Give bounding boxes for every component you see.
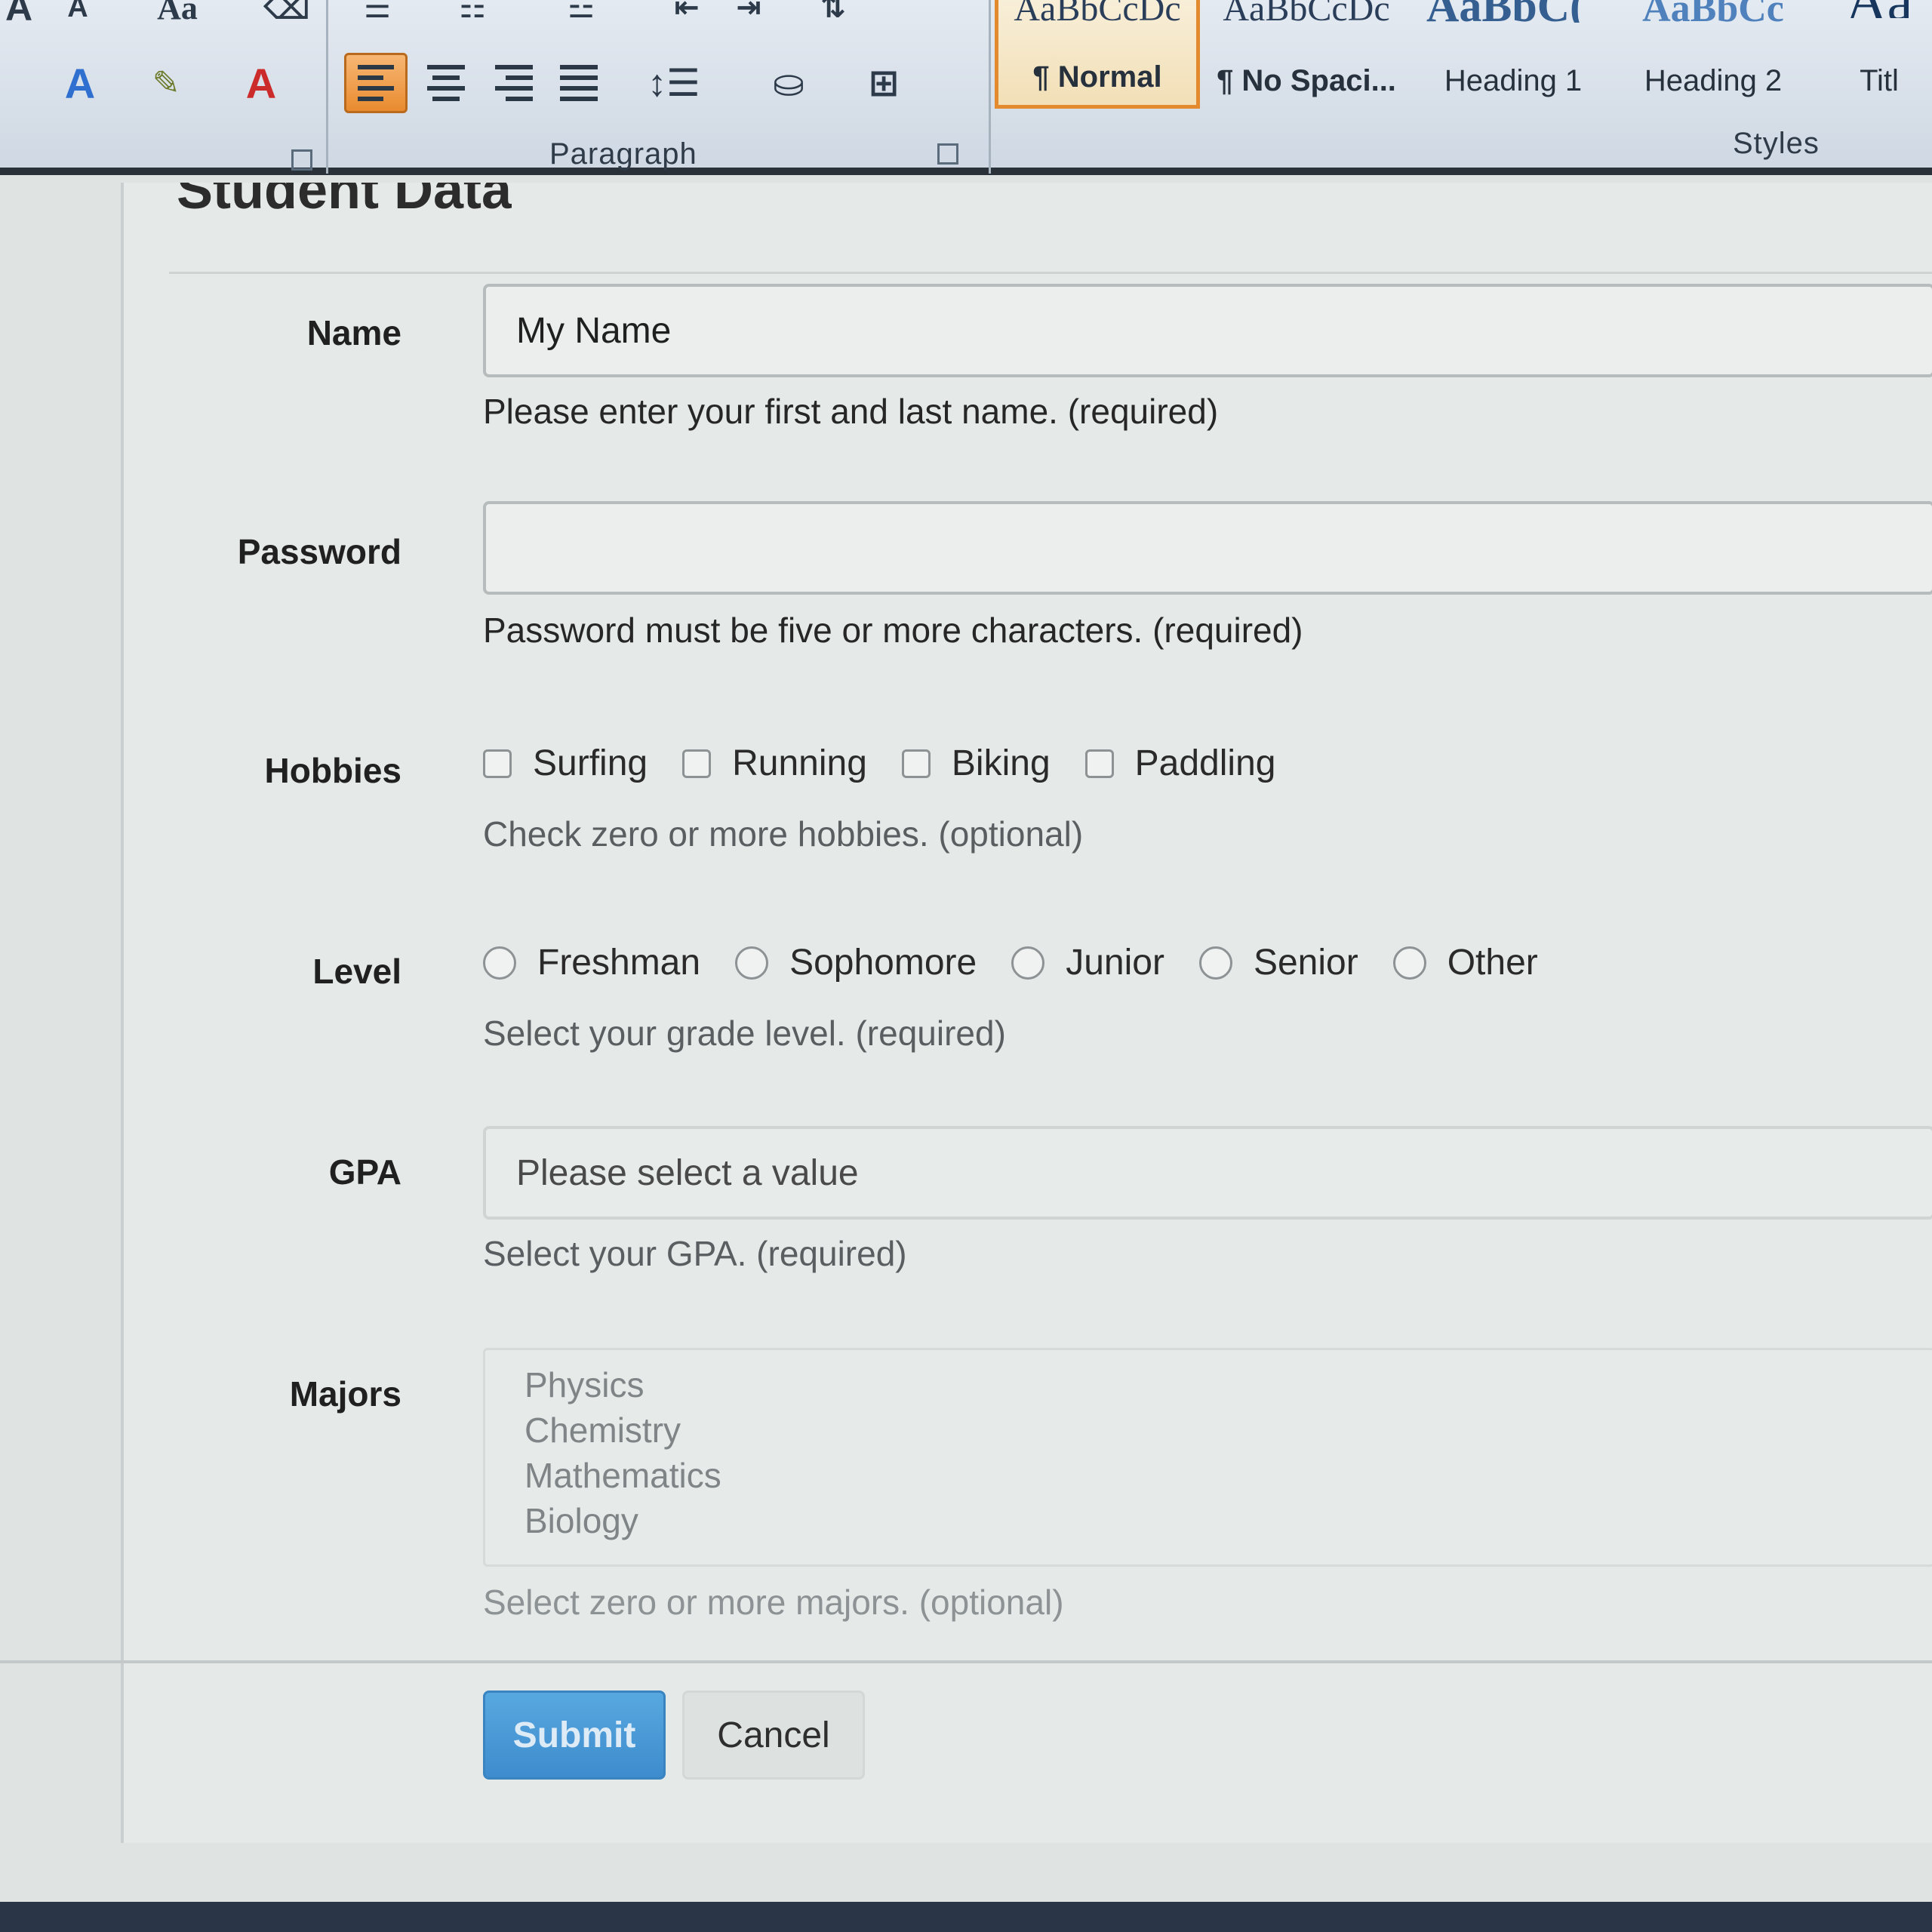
radio-button[interactable]: [1392, 946, 1426, 980]
change-case-icon[interactable]: Aa: [143, 0, 211, 38]
paragraph-group-label: Paragraph: [549, 137, 697, 171]
hobbies-checkbox-group: Surfing Running Biking Paddling: [483, 743, 1310, 784]
style-title[interactable]: Aa Titl: [1826, 0, 1932, 109]
radio-button[interactable]: [483, 946, 516, 980]
hobby-paddling-option[interactable]: Paddling: [1084, 743, 1275, 784]
cancel-button[interactable]: Cancel: [682, 1690, 865, 1780]
level-label: Level: [312, 952, 401, 991]
level-junior-option[interactable]: Junior: [1011, 942, 1164, 983]
radio-button[interactable]: [1011, 946, 1045, 980]
major-option-mathematics[interactable]: Mathematics: [525, 1453, 1932, 1498]
gpa-select[interactable]: Please select a value: [483, 1126, 1932, 1220]
hobbies-help-text: Check zero or more hobbies. (optional): [483, 814, 1084, 854]
name-input[interactable]: My Name: [483, 284, 1932, 377]
decrease-indent-icon[interactable]: ⇤: [664, 0, 709, 38]
text-effects-icon[interactable]: A: [50, 53, 110, 113]
majors-help-text: Select zero or more majors. (optional): [483, 1583, 1064, 1622]
radio-button[interactable]: [735, 946, 769, 980]
highlight-color-icon[interactable]: ✎: [136, 53, 196, 113]
paragraph-dialog-launcher-icon[interactable]: [937, 143, 958, 165]
radio-button[interactable]: [1198, 946, 1232, 980]
align-center-icon[interactable]: [420, 53, 472, 113]
align-right-icon[interactable]: [488, 53, 540, 113]
bullets-icon[interactable]: ☰: [355, 0, 400, 38]
hobby-surfing-option[interactable]: Surfing: [483, 743, 648, 784]
numbering-icon[interactable]: ☷: [450, 0, 495, 38]
ribbon-separator: [326, 0, 328, 174]
sort-icon[interactable]: ⇅: [811, 0, 856, 38]
style-heading-2[interactable]: AaBbCc Heading 2: [1623, 0, 1804, 109]
checkbox[interactable]: [1084, 749, 1114, 778]
hobby-running-option[interactable]: Running: [682, 743, 867, 784]
checkbox[interactable]: [901, 749, 931, 778]
submit-button[interactable]: Submit: [483, 1690, 666, 1780]
major-option-physics[interactable]: Physics: [525, 1362, 1932, 1407]
font-dialog-launcher-icon[interactable]: [291, 149, 312, 171]
password-help-text: Password must be five or more characters…: [483, 611, 1303, 650]
font-color-icon[interactable]: A: [231, 53, 291, 113]
shading-icon[interactable]: ⛀: [755, 53, 823, 113]
name-help-text: Please enter your first and last name. (…: [483, 392, 1219, 431]
student-data-form: Student Data Name My Name Please enter y…: [121, 183, 1932, 1843]
gpa-help-text: Select your GPA. (required): [483, 1234, 907, 1273]
ribbon-separator: [989, 0, 991, 174]
major-option-chemistry[interactable]: Chemistry: [525, 1407, 1932, 1453]
page-bottom-divider: [0, 1660, 1932, 1663]
borders-icon[interactable]: ⊞: [850, 53, 918, 113]
style-normal[interactable]: AaBbCcDc ¶ Normal: [995, 0, 1200, 109]
name-label: Name: [306, 313, 401, 352]
hobby-biking-option[interactable]: Biking: [901, 743, 1051, 784]
level-senior-option[interactable]: Senior: [1198, 942, 1358, 983]
hobbies-label: Hobbies: [264, 751, 401, 790]
word-ribbon: A A Aa ⌫ A ✎ A ☰ ☷ ☲ ⇤ ⇥ ⇅ ↕☰ ⛀ ⊞ Paragr…: [0, 0, 1932, 175]
grow-font-icon[interactable]: A: [0, 0, 38, 38]
clear-formatting-icon[interactable]: ⌫: [263, 0, 310, 38]
section-title: Student Data: [177, 183, 512, 220]
style-heading-1[interactable]: AaBbC( Heading 1: [1419, 0, 1607, 109]
password-input[interactable]: [483, 501, 1932, 595]
checkbox[interactable]: [483, 749, 512, 778]
level-help-text: Select your grade level. (required): [483, 1014, 1006, 1053]
multilevel-list-icon[interactable]: ☲: [558, 0, 604, 38]
checkbox[interactable]: [682, 749, 712, 778]
justify-icon[interactable]: [552, 53, 605, 113]
password-label: Password: [237, 532, 401, 571]
level-radio-group: Freshman Sophomore Junior Senior Other: [483, 942, 1573, 983]
increase-indent-icon[interactable]: ⇥: [726, 0, 771, 38]
level-sophomore-option[interactable]: Sophomore: [735, 942, 977, 983]
major-option-biology[interactable]: Biology: [525, 1498, 1932, 1543]
level-other-option[interactable]: Other: [1392, 942, 1538, 983]
style-no-spacing[interactable]: AaBbCcDc ¶ No Spaci...: [1208, 0, 1405, 109]
majors-listbox[interactable]: Physics Chemistry Mathematics Biology: [483, 1348, 1932, 1567]
title-divider: [169, 272, 1932, 274]
gpa-label: GPA: [328, 1152, 401, 1192]
line-spacing-icon[interactable]: ↕☰: [640, 53, 708, 113]
level-freshman-option[interactable]: Freshman: [483, 942, 700, 983]
taskbar-edge: [0, 1902, 1932, 1932]
majors-label: Majors: [289, 1374, 401, 1414]
align-left-icon[interactable]: [344, 53, 408, 113]
styles-group-label: Styles: [1733, 127, 1820, 160]
shrink-font-icon[interactable]: A: [59, 0, 97, 38]
